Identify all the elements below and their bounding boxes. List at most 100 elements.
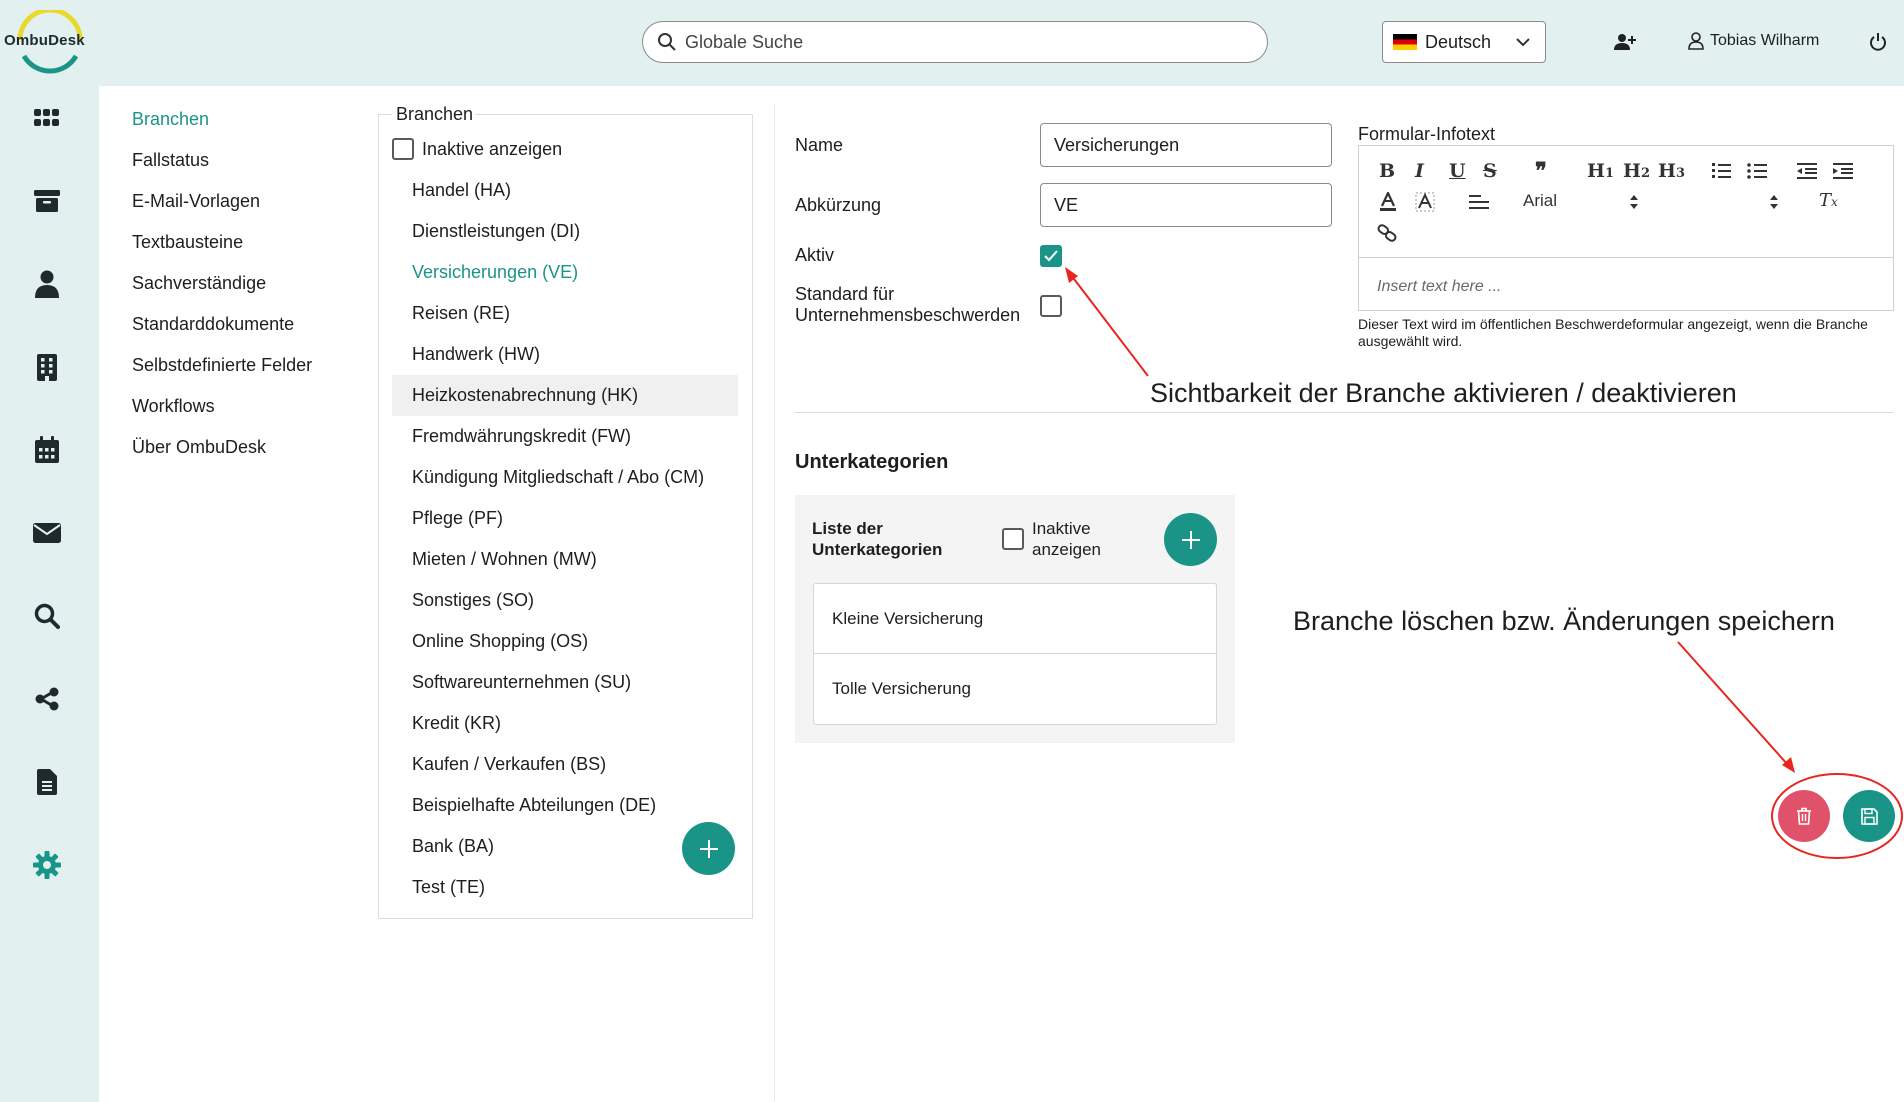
- abbreviation-label: Abkürzung: [795, 195, 882, 215]
- add-subcategory-button[interactable]: [1164, 513, 1217, 566]
- settings-nav: Branchen Fallstatus E-Mail-Vorlagen Text…: [132, 104, 312, 473]
- german-flag-icon: [1393, 34, 1417, 50]
- archive-icon[interactable]: [32, 186, 62, 216]
- heading-1-level: 1: [1604, 166, 1614, 181]
- branch-item[interactable]: Softwareunternehmen (SU): [392, 662, 738, 703]
- active-label: Aktiv: [795, 245, 835, 265]
- rich-text-editor: B I U S ❞ H1 H2 H3 Arial Tx Insert text …: [1358, 145, 1894, 311]
- abbreviation-field[interactable]: VE: [1040, 183, 1332, 227]
- user-icon: [1688, 32, 1704, 50]
- outdent-icon[interactable]: [1797, 162, 1817, 180]
- nav-item-selbstdefinierte-felder[interactable]: Selbstdefinierte Felder: [132, 350, 312, 391]
- dashboard-grid-icon[interactable]: [32, 103, 62, 133]
- power-icon[interactable]: [1869, 32, 1887, 52]
- user-menu[interactable]: Tobias Wilharm: [1688, 32, 1819, 50]
- subcategory-item[interactable]: Kleine Versicherung: [814, 584, 1216, 654]
- heading-1-button[interactable]: H1: [1587, 160, 1614, 182]
- infotext-help: Dieser Text wird im öffentlichen Beschwe…: [1358, 316, 1868, 349]
- heading-2-button[interactable]: H2: [1623, 160, 1650, 182]
- trash-icon: [1797, 807, 1811, 825]
- nav-item-email-vorlagen[interactable]: E-Mail-Vorlagen: [132, 186, 312, 227]
- branch-item-selected[interactable]: Versicherungen (VE): [392, 252, 738, 293]
- subcategories-list: Kleine Versicherung Tolle Versicherung: [813, 583, 1217, 725]
- share-icon[interactable]: [32, 684, 62, 714]
- branch-item[interactable]: Kaufen / Verkaufen (BS): [392, 744, 738, 785]
- heading-2-level: 2: [1640, 166, 1650, 181]
- branch-item[interactable]: Dienstleistungen (DI): [392, 211, 738, 252]
- save-button[interactable]: [1843, 790, 1895, 842]
- indent-icon[interactable]: [1833, 162, 1853, 180]
- size-chevron-icon[interactable]: [1769, 194, 1779, 210]
- search-input[interactable]: [685, 31, 1245, 53]
- search-icon[interactable]: [32, 601, 62, 631]
- nav-item-ueber-ombudesk[interactable]: Über OmbuDesk: [132, 432, 312, 473]
- subcategories-list-title-line-2: Unterkategorien: [812, 540, 943, 559]
- nav-item-branchen[interactable]: Branchen: [132, 104, 312, 145]
- add-branch-button[interactable]: [682, 822, 735, 875]
- branch-item[interactable]: Online Shopping (OS): [392, 621, 738, 662]
- building-icon[interactable]: [32, 352, 62, 382]
- show-inactive-subcategories-checkbox[interactable]: [1002, 528, 1024, 550]
- heading-1-letter: H: [1587, 160, 1605, 182]
- document-icon[interactable]: [32, 767, 62, 797]
- branch-item[interactable]: Kredit (KR): [392, 703, 738, 744]
- font-select[interactable]: Arial: [1523, 191, 1557, 211]
- global-search[interactable]: [642, 21, 1268, 63]
- show-inactive-subcategories[interactable]: Inaktive anzeigen: [1002, 518, 1101, 560]
- heading-2-letter: H: [1623, 160, 1641, 182]
- add-user-icon[interactable]: [1614, 32, 1636, 52]
- branch-item-hovered[interactable]: Heizkostenabrechnung (HK): [392, 375, 738, 416]
- highlight-color-icon[interactable]: [1415, 192, 1435, 212]
- link-icon[interactable]: [1377, 224, 1397, 242]
- checkmark-icon: [1044, 250, 1058, 262]
- editor-content[interactable]: Insert text here ...: [1359, 258, 1893, 316]
- editor-toolbar: B I U S ❞ H1 H2 H3 Arial Tx: [1359, 146, 1893, 258]
- active-checkbox[interactable]: [1040, 245, 1062, 267]
- bold-button[interactable]: B: [1379, 160, 1395, 182]
- show-inactive-branches[interactable]: Inaktive anzeigen: [392, 138, 562, 160]
- branch-item[interactable]: Kündigung Mitgliedschaft / Abo (CM): [392, 457, 738, 498]
- chevron-down-icon: [1516, 38, 1530, 47]
- branch-item[interactable]: Test (TE): [392, 867, 738, 908]
- heading-3-button[interactable]: H3: [1658, 160, 1685, 182]
- strikethrough-button[interactable]: S: [1483, 160, 1497, 182]
- nav-item-fallstatus[interactable]: Fallstatus: [132, 145, 312, 186]
- language-label: Deutsch: [1425, 31, 1492, 52]
- italic-button[interactable]: I: [1415, 160, 1424, 182]
- blockquote-button[interactable]: ❞: [1535, 158, 1547, 184]
- ordered-list-icon[interactable]: [1711, 162, 1731, 180]
- nav-item-standarddokumente[interactable]: Standarddokumente: [132, 309, 312, 350]
- bullet-list-icon[interactable]: [1747, 162, 1767, 180]
- font-chevron-icon[interactable]: [1629, 194, 1639, 210]
- branch-item[interactable]: Mieten / Wohnen (MW): [392, 539, 738, 580]
- divider: [795, 412, 1894, 413]
- subcategory-item[interactable]: Tolle Versicherung: [814, 654, 1216, 724]
- annotation-visibility: Sichtbarkeit der Branche aktivieren / de…: [1150, 378, 1737, 408]
- show-inactive-checkbox[interactable]: [392, 138, 414, 160]
- branch-item[interactable]: Reisen (RE): [392, 293, 738, 334]
- nav-item-textbausteine[interactable]: Textbausteine: [132, 227, 312, 268]
- branch-item[interactable]: Sonstiges (SO): [392, 580, 738, 621]
- gear-icon[interactable]: [32, 850, 62, 880]
- delete-button[interactable]: [1778, 790, 1830, 842]
- branch-item[interactable]: Beispielhafte Abteilungen (DE): [392, 785, 738, 826]
- subcategories-title: Unterkategorien: [795, 451, 949, 473]
- nav-item-workflows[interactable]: Workflows: [132, 391, 312, 432]
- plus-icon: [1181, 530, 1200, 549]
- calendar-icon[interactable]: [32, 435, 62, 465]
- logo-text[interactable]: OmbuDesk: [4, 32, 85, 49]
- person-icon[interactable]: [32, 269, 62, 299]
- language-select[interactable]: Deutsch: [1382, 21, 1546, 63]
- name-field[interactable]: Versicherungen: [1040, 123, 1332, 167]
- align-left-icon[interactable]: [1469, 194, 1489, 210]
- text-color-icon[interactable]: [1379, 192, 1397, 212]
- nav-item-sachverstaendige[interactable]: Sachverständige: [132, 268, 312, 309]
- mail-icon[interactable]: [32, 518, 62, 548]
- branch-item[interactable]: Handwerk (HW): [392, 334, 738, 375]
- branch-item[interactable]: Fremdwährungskredit (FW): [392, 416, 738, 457]
- underline-button[interactable]: U: [1449, 160, 1466, 182]
- branch-item[interactable]: Pflege (PF): [392, 498, 738, 539]
- standard-checkbox[interactable]: [1040, 295, 1062, 317]
- clear-format-icon[interactable]: Tx: [1819, 190, 1838, 211]
- branch-item[interactable]: Handel (HA): [392, 170, 738, 211]
